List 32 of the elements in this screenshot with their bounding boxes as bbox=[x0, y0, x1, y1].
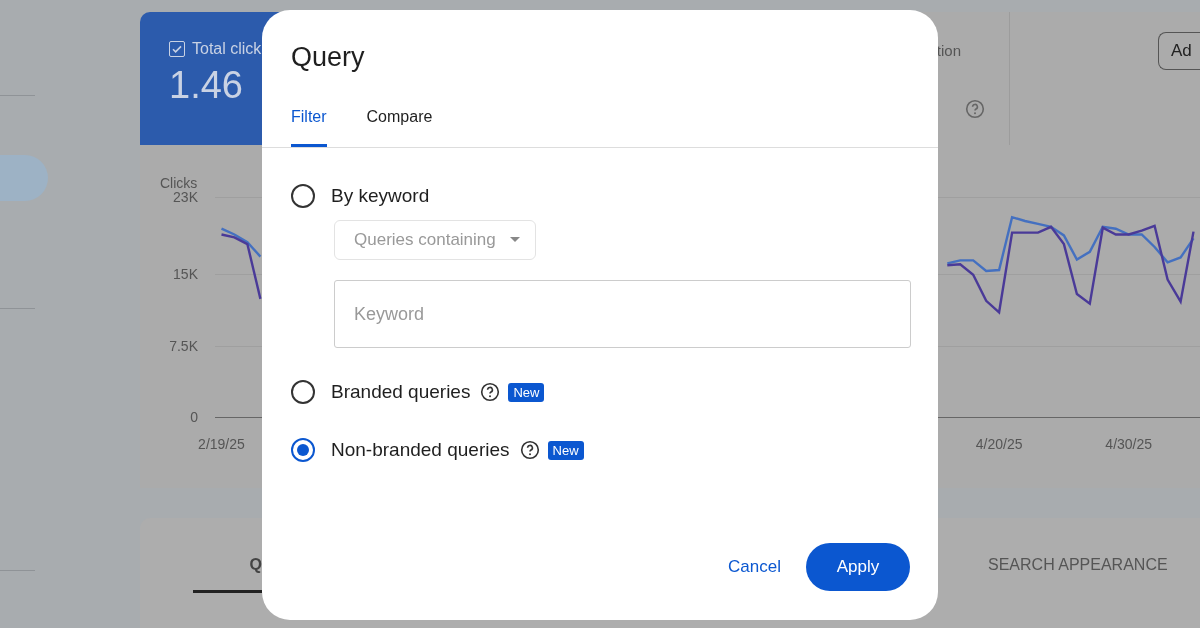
new-badge: New bbox=[547, 440, 584, 460]
add-button[interactable]: Ad bbox=[1158, 32, 1200, 70]
keyword-field[interactable]: Keyword bbox=[334, 280, 911, 348]
x-axis-label: 4/20/25 bbox=[975, 436, 1023, 452]
dropdown-label: Queries containing bbox=[354, 230, 496, 250]
metric-label: tion bbox=[936, 42, 961, 59]
radio-button[interactable] bbox=[291, 438, 315, 462]
option-label[interactable]: By keyword bbox=[331, 185, 430, 207]
metric-label: Total click bbox=[192, 40, 262, 58]
dialog-title: Query bbox=[290, 41, 366, 74]
y-axis-label: 23K bbox=[172, 189, 198, 205]
y-axis-label: 15K bbox=[172, 265, 198, 282]
help-icon[interactable] bbox=[519, 440, 540, 460]
x-axis-label: 2/19/25 bbox=[198, 436, 245, 452]
y-axis-label: 0 bbox=[189, 409, 198, 425]
radio-button[interactable] bbox=[291, 184, 315, 208]
checkbox[interactable] bbox=[169, 41, 185, 57]
apply-button[interactable]: Apply bbox=[806, 543, 910, 591]
metric-value: 1.46 bbox=[169, 64, 244, 107]
checkmark-icon bbox=[171, 43, 183, 55]
cancel-button[interactable]: Cancel bbox=[728, 543, 781, 591]
y-axis-label: 7.5K bbox=[168, 337, 198, 354]
new-badge: New bbox=[508, 382, 545, 402]
caret-icon bbox=[509, 237, 520, 243]
option-label[interactable]: Branded queries bbox=[331, 381, 471, 403]
tab[interactable]: Compare bbox=[366, 100, 433, 147]
x-axis-label: 4/30/25 bbox=[1105, 436, 1153, 452]
tab[interactable]: Filter bbox=[291, 100, 327, 147]
radio-button[interactable] bbox=[291, 380, 315, 404]
option-label[interactable]: Non-branded queries bbox=[331, 439, 510, 461]
tab[interactable]: SEARCH APPEARANCE bbox=[988, 538, 1168, 593]
help-icon[interactable] bbox=[480, 382, 501, 402]
